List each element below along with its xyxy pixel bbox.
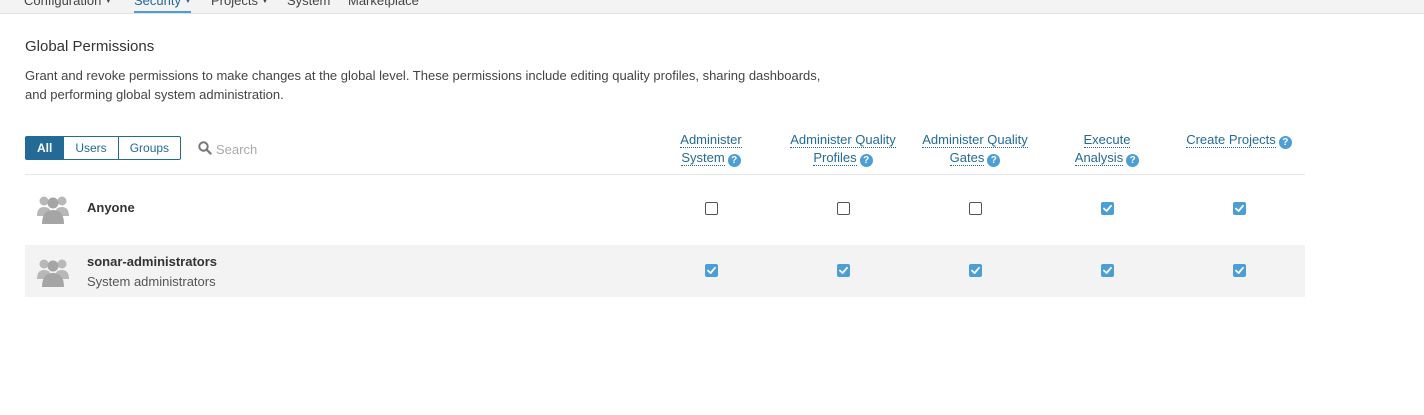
check-icon [1235,266,1244,274]
search-input[interactable] [216,138,356,160]
table-row: sonar-administrators System administrato… [25,245,1305,297]
caret-down-icon: ▼ [183,0,192,5]
group-name: Anyone [87,200,135,215]
column-label[interactable]: Profiles [813,150,857,166]
column-label[interactable]: Create Projects [1186,132,1276,148]
permission-checkbox[interactable] [1233,264,1246,277]
help-icon[interactable]: ? [859,154,873,167]
column-execute-analysis: Execute Analysis? [1041,131,1173,167]
column-administer-system: Administer System? [645,131,777,167]
help-icon[interactable]: ? [727,154,741,167]
help-icon[interactable]: ? [987,154,1001,167]
check-icon [971,266,980,274]
check-icon [1103,204,1112,212]
filter-all-button[interactable]: All [25,136,65,160]
group-icon [37,259,69,287]
permission-checkbox[interactable] [969,264,982,277]
search-box [196,138,356,160]
permission-checkbox[interactable] [705,264,718,277]
permission-checkbox[interactable] [705,202,718,215]
header-divider [25,174,1305,175]
nav-system[interactable]: System [287,0,330,8]
column-label[interactable]: Analysis [1074,150,1124,166]
permission-checkbox[interactable] [837,264,850,277]
help-icon[interactable]: ? [1278,136,1292,149]
filter-groups-button[interactable]: Groups [117,136,182,160]
caret-down-icon: ▼ [104,0,113,5]
permission-checkbox[interactable] [837,202,850,215]
nav-security[interactable]: Security ▼ [134,0,192,8]
permission-checkbox[interactable] [1101,264,1114,277]
check-icon [707,266,716,274]
nav-projects[interactable]: Projects ▼ [211,0,269,8]
column-administer-quality-gates: Administer Quality Gates? [909,131,1041,167]
check-icon [1103,266,1112,274]
column-label[interactable]: System [681,150,725,166]
check-icon [839,266,848,274]
nav-configuration[interactable]: Configuration ▼ [24,0,112,8]
permission-filter: All Users Groups [25,136,182,160]
page-description: Grant and revoke permissions to make cha… [25,68,821,102]
column-label[interactable]: Administer Quality [922,132,1028,148]
help-icon[interactable]: ? [1126,154,1140,167]
column-label[interactable]: Execute [1083,132,1131,148]
check-icon [1235,204,1244,212]
caret-down-icon: ▼ [260,0,269,5]
permission-checkbox[interactable] [1101,202,1114,215]
column-label[interactable]: Administer Quality [790,132,896,148]
table-row: Anyone [25,182,1305,234]
column-administer-quality-profiles: Administer Quality Profiles? [777,131,909,167]
permission-checkbox[interactable] [969,202,982,215]
nav-marketplace[interactable]: Marketplace [348,0,419,8]
active-tab-indicator [134,11,191,13]
group-description: System administrators [87,274,216,289]
filter-users-button[interactable]: Users [63,136,119,160]
search-icon [198,141,212,155]
top-navigation: Configuration ▼ Security ▼ Projects ▼ Syste… [0,0,1424,14]
column-create-projects: Create Projects? [1173,131,1305,149]
page-title: Global Permissions [25,38,155,55]
column-label[interactable]: Administer [680,132,742,148]
column-label[interactable]: Gates [949,150,985,166]
permission-checkbox[interactable] [1233,202,1246,215]
group-name: sonar-administrators [87,254,218,269]
group-icon [37,196,69,224]
